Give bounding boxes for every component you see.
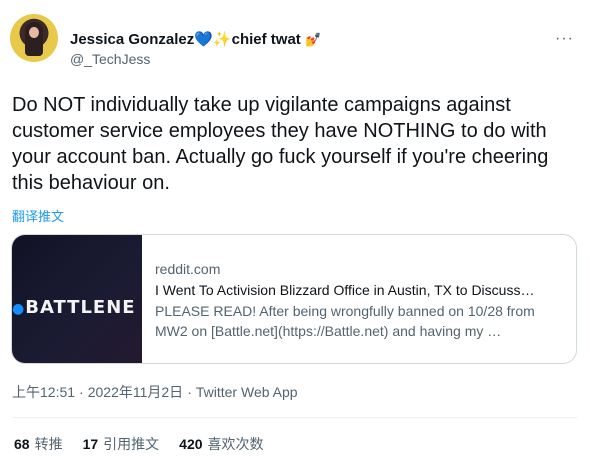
tweet-text: Do NOT individually take up vigilante ca…	[12, 94, 549, 194]
likes-count: 420	[179, 436, 203, 452]
nail-polish-icon: 💅	[304, 32, 322, 47]
retweets-stat[interactable]: 68 转推	[14, 434, 63, 454]
quotes-label: 引用推文	[103, 436, 160, 452]
blue-heart-icon: 💙	[194, 31, 213, 48]
author-names: Jessica Gonzalez💙✨chief twat 💅 @_TechJes…	[70, 30, 321, 67]
display-name-text[interactable]: Jessica Gonzalez	[70, 31, 194, 48]
tweet-meta: 上午12:51 · 2022年11月2日 · Twitter Web App	[12, 382, 298, 402]
card-title: I Went To Activision Blizzard Office in …	[155, 282, 535, 298]
avatar[interactable]	[10, 14, 58, 62]
likes-stat[interactable]: 420 喜欢次数	[179, 434, 263, 454]
more-options-icon[interactable]: ···	[555, 30, 574, 48]
translate-tweet-link[interactable]: 翻译推文	[12, 206, 64, 225]
display-name-suffix[interactable]: chief twat	[232, 31, 301, 48]
divider	[12, 417, 578, 418]
author-handle[interactable]: @_TechJess	[70, 51, 321, 67]
likes-label: 喜欢次数	[207, 436, 264, 452]
retweets-label: 转推	[34, 436, 63, 452]
display-name[interactable]: Jessica Gonzalez💙✨chief twat 💅	[70, 30, 321, 48]
sparkles-icon: ✨	[212, 31, 232, 48]
tweet-time[interactable]: 上午12:51	[12, 384, 75, 400]
quotes-count: 17	[82, 436, 99, 452]
retweets-count: 68	[14, 436, 30, 452]
card-domain: reddit.com	[155, 261, 221, 277]
card-thumbnail: ●BATTLENE	[12, 235, 142, 363]
avatar-face	[29, 27, 39, 38]
link-preview-card[interactable]: ●BATTLENE reddit.com I Went To Activisio…	[11, 234, 577, 364]
tweet-date[interactable]: 2022年11月2日	[88, 384, 183, 400]
card-body: reddit.com I Went To Activision Blizzard…	[142, 235, 576, 363]
tweet-stats: 68 转推 17 引用推文 420 喜欢次数	[14, 434, 284, 454]
meta-separator: ·	[187, 384, 192, 400]
meta-separator: ·	[79, 384, 84, 400]
battlenet-logo: ●BATTLENE	[12, 297, 136, 318]
tweet-source[interactable]: Twitter Web App	[196, 384, 298, 400]
card-description: PLEASE READ! After being wrongfully bann…	[155, 303, 535, 339]
quotes-stat[interactable]: 17 引用推文	[83, 434, 160, 454]
tweet-header: Jessica Gonzalez💙✨chief twat 💅 @_TechJes…	[10, 14, 580, 74]
